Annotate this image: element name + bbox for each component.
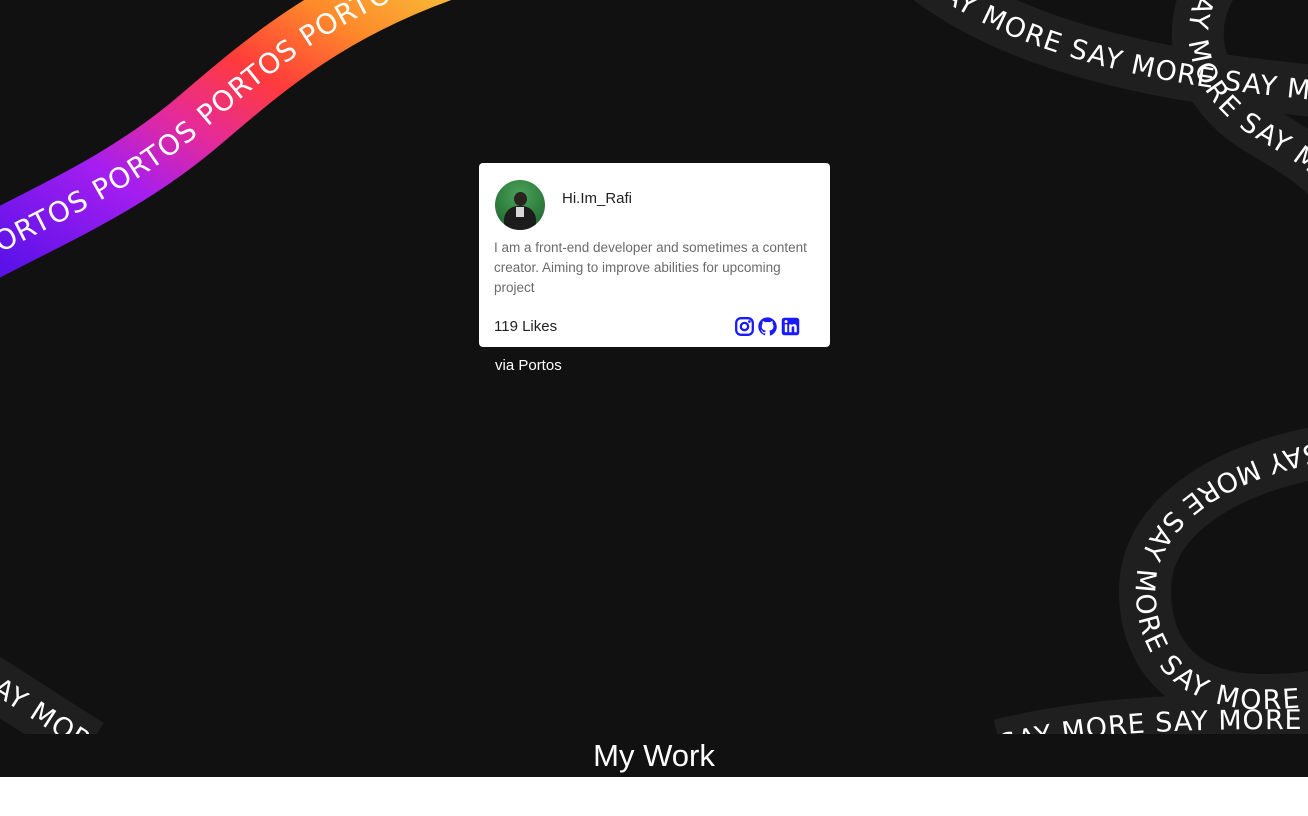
linkedin-icon[interactable] [780, 316, 801, 337]
background-ribbons: PORTOS PORTOS PORTOS PORTOS PORTOS SAY M… [0, 0, 1308, 777]
say-more-ribbon-text: SAY MORE SAY MORE SAY MORE SAY MORE SAY … [0, 0, 97, 758]
social-links [734, 316, 801, 337]
github-icon[interactable] [757, 316, 778, 337]
section-title: My Work [0, 734, 1308, 777]
profile-name: Hi.Im_Rafi [562, 190, 633, 207]
profile-bio: I am a front-end developer and sometimes… [494, 240, 807, 295]
likes-count[interactable]: 119 Likes [494, 318, 557, 335]
avatar [495, 180, 545, 230]
via-portos-label: via Portos [495, 357, 562, 374]
profile-card: Hi.Im_Rafi I am a front-end developer an… [479, 163, 830, 347]
instagram-icon[interactable] [734, 316, 755, 337]
hero-section: PORTOS PORTOS PORTOS PORTOS PORTOS SAY M… [0, 0, 1308, 777]
